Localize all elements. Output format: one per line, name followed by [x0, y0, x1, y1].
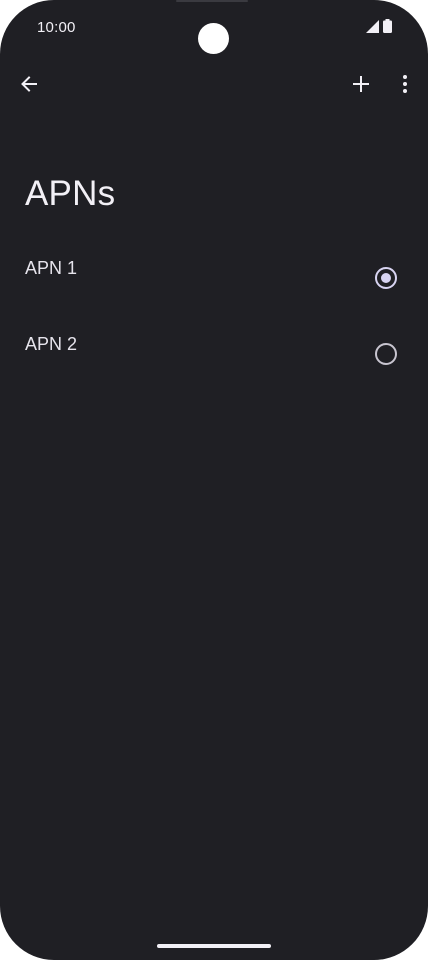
gesture-navigation-bar[interactable] [157, 944, 271, 948]
apn-list-item[interactable]: APN 1 [0, 238, 428, 314]
signal-icon [366, 19, 379, 38]
speaker-grille [176, 0, 248, 2]
status-time: 10:00 [37, 19, 76, 36]
phone-screen: 10:00 APNs APN 1 APN 2 [0, 0, 428, 960]
apn-label: APN 2 [25, 334, 78, 354]
apn-radio-button[interactable] [375, 343, 397, 365]
status-bar: 10:00 [0, 0, 428, 56]
page-title: APNs [25, 174, 116, 213]
more-vert-icon [402, 74, 408, 99]
camera-cutout [198, 23, 229, 54]
add-apn-button[interactable] [341, 66, 381, 106]
apn-list: APN 1 APN 2 [0, 238, 428, 390]
radio-dot [381, 273, 391, 283]
status-icons [366, 19, 392, 38]
apn-radio-button-selected[interactable] [375, 267, 397, 289]
battery-icon [383, 19, 392, 38]
app-bar [0, 64, 428, 108]
plus-icon [351, 74, 371, 99]
more-options-button[interactable] [385, 66, 425, 106]
apn-list-item[interactable]: APN 2 [0, 314, 428, 390]
arrow-back-icon [19, 74, 39, 99]
back-button[interactable] [9, 66, 49, 106]
apn-label: APN 1 [25, 258, 78, 278]
